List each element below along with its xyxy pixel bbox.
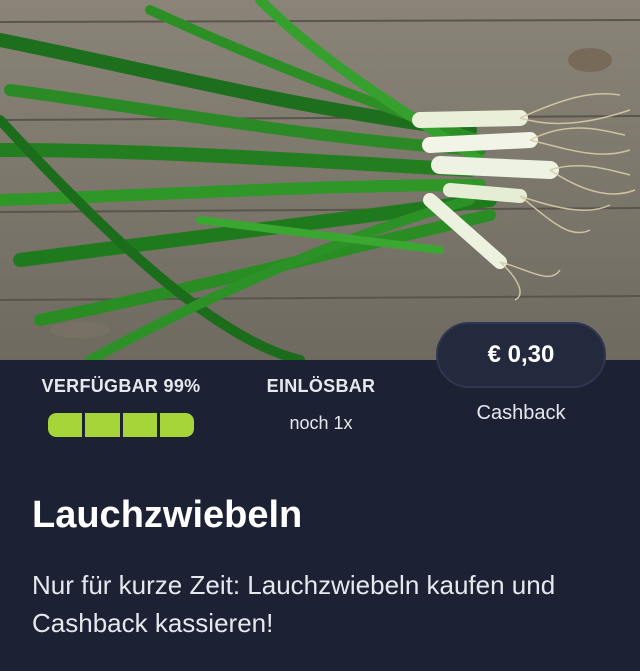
availability-block: VERFÜGBAR 99% xyxy=(28,376,214,437)
progress-segment xyxy=(159,413,194,437)
offer-card[interactable]: VERFÜGBAR 99% EINLÖSBAR noch 1x € 0,30 C… xyxy=(0,0,640,671)
cashback-amount-badge[interactable]: € 0,30 xyxy=(436,322,606,388)
product-image xyxy=(0,0,640,360)
redeemable-label: EINLÖSBAR xyxy=(266,376,376,396)
cashback-label: Cashback xyxy=(476,402,566,424)
progress-segment xyxy=(85,413,120,437)
redeemable-block: EINLÖSBAR noch 1x xyxy=(236,376,406,434)
redeemable-value: noch 1x xyxy=(289,413,353,433)
spring-onions-image xyxy=(0,0,640,360)
offer-description: Nur für kurze Zeit: Lauchzwiebeln kaufen… xyxy=(32,570,556,638)
progress-segment xyxy=(48,413,83,437)
cashback-amount: € 0,30 xyxy=(487,341,555,368)
offer-title: Lauchzwiebeln xyxy=(32,494,303,536)
availability-label: VERFÜGBAR 99% xyxy=(41,376,201,396)
availability-progress-bar xyxy=(48,413,194,437)
progress-segment xyxy=(122,413,157,437)
